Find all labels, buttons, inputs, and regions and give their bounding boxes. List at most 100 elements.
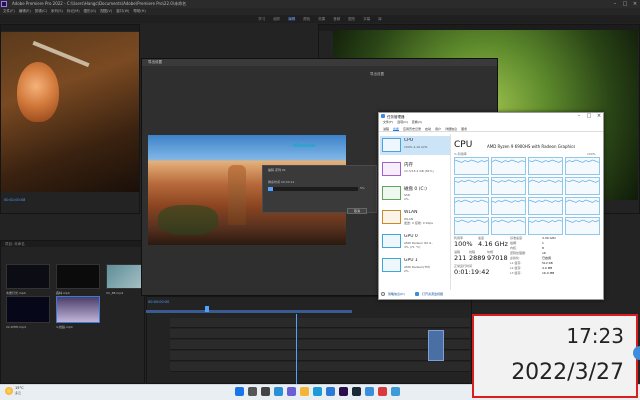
resource-monitor-link[interactable]: 打开资源监视器: [422, 292, 443, 296]
track-a1[interactable]: [170, 340, 470, 350]
minimize-icon[interactable]: –: [610, 0, 620, 8]
notification-dot-icon[interactable]: [633, 346, 640, 360]
less-details-icon[interactable]: [381, 292, 385, 296]
cpu-core-graph: [454, 217, 489, 235]
tm-sidebar-item[interactable]: CPU 100% 4.16 GHz: [380, 136, 450, 155]
cpu-spec-label: 内核:: [510, 246, 518, 250]
resource-monitor-icon: [415, 292, 419, 296]
tm-tab[interactable]: 进程: [383, 126, 389, 131]
timeline-clip[interactable]: [428, 330, 444, 361]
workspace-tab[interactable]: 组件: [273, 15, 280, 23]
widgets-icon[interactable]: [274, 387, 283, 396]
steam-icon[interactable]: [352, 387, 361, 396]
less-details-link[interactable]: 简略信息(D): [388, 292, 405, 296]
tm-tab[interactable]: 用户: [435, 126, 441, 131]
tm-sidebar-item[interactable]: WLAN WLAN 发送: 0 接收: 0 Kbps: [380, 208, 450, 227]
tm-sidebar-item[interactable]: GPU 0 AMD Radeon RX 6.. 3% (71 °C): [380, 232, 450, 251]
source-video-frame: [1, 32, 139, 192]
premiere-menu-bar: 文件(F) 编辑(E) 剪辑(C) 序列(S) 标记(M) 图形(G) 视图(V) 窗口(W)…: [0, 8, 640, 15]
bin-thumb-1[interactable]: [6, 264, 50, 289]
windows-start-icon[interactable]: [235, 387, 244, 396]
task-view-icon[interactable]: [261, 387, 270, 396]
menu-item[interactable]: 图形(G): [84, 8, 96, 15]
bin-thumb-4[interactable]: [6, 296, 50, 323]
tm-sidebar-sub: AMD Radeon(TM) 2%: [404, 265, 431, 273]
tm-tab[interactable]: 应用历史记录: [403, 126, 421, 131]
rock-spire: [228, 165, 246, 225]
task-manager-icon[interactable]: [365, 387, 374, 396]
tm-maximize-icon[interactable]: □: [584, 112, 594, 120]
tm-tab[interactable]: 服务: [461, 126, 467, 131]
tm-divider: [450, 134, 451, 290]
workspace-tab[interactable]: 学习: [258, 15, 265, 23]
cpu-core-graph: [491, 177, 526, 195]
cpu-spec-value: 4.0 MB: [542, 266, 553, 270]
menu-item[interactable]: 帮助(H): [133, 8, 145, 15]
tm-menu-item[interactable]: 文件(F): [383, 120, 393, 125]
workspace-tab[interactable]: 效果: [318, 15, 325, 23]
tm-sidebar-item[interactable]: GPU 1 AMD Radeon(TM) 2%: [380, 256, 450, 275]
bin-caption-5: 4-舞蹈.mp4: [56, 325, 73, 329]
media-icon[interactable]: [378, 387, 387, 396]
weather-icon[interactable]: [5, 387, 13, 395]
cpu-core-line: [528, 199, 563, 203]
source-timecode: 00:01:00:08: [4, 198, 26, 202]
workspace-tab[interactable]: 图形: [348, 15, 355, 23]
store-icon[interactable]: [326, 387, 335, 396]
playhead[interactable]: [205, 306, 209, 312]
menu-item[interactable]: 文件(F): [3, 8, 15, 15]
workspace-tab[interactable]: 音频: [333, 15, 340, 23]
cpu-spec-value: 8: [542, 246, 544, 250]
track-v2[interactable]: [170, 329, 470, 339]
workspace-tab[interactable]: 编辑: [288, 15, 295, 23]
tm-menu-item[interactable]: 查看(V): [412, 120, 422, 125]
bin-thumb-3[interactable]: [106, 264, 144, 289]
menu-item[interactable]: 序列(S): [51, 8, 63, 15]
tm-close-icon[interactable]: ×: [594, 112, 604, 120]
maximize-icon[interactable]: □: [620, 0, 630, 8]
menu-item[interactable]: 剪辑(C): [35, 8, 47, 15]
track-a3[interactable]: [170, 362, 470, 372]
menu-item[interactable]: 编辑(E): [19, 8, 31, 15]
menu-item[interactable]: 视图(V): [100, 8, 112, 15]
cpu-core-graph: [454, 177, 489, 195]
tm-sidebar-sub: 100% 4.16 GHz: [404, 145, 428, 149]
cancel-button[interactable]: 取消: [347, 208, 367, 214]
tm-menu-item[interactable]: 选项(O): [397, 120, 408, 125]
tm-tab[interactable]: 性能: [393, 126, 400, 131]
file-explorer-icon[interactable]: [300, 387, 309, 396]
cpu-core-line: [528, 219, 563, 223]
photos-icon[interactable]: [391, 387, 400, 396]
premiere-icon[interactable]: [339, 387, 348, 396]
cpu-core-usage-line: [528, 159, 563, 163]
cpu-core-usage-line: [454, 159, 489, 163]
track-v1[interactable]: [170, 318, 470, 328]
bin-thumb-5[interactable]: [56, 296, 100, 323]
menu-item[interactable]: 窗口(W): [116, 8, 129, 15]
tm-minimize-icon[interactable]: –: [574, 112, 584, 120]
workspace-tab[interactable]: 字幕: [363, 15, 370, 23]
cpu-heading: CPU: [454, 140, 473, 150]
tm-tab[interactable]: 详细信息: [445, 126, 457, 131]
search-icon[interactable]: [248, 387, 257, 396]
tm-sidebar-item[interactable]: 内存 12.3/15.2 GB (81%): [380, 160, 450, 179]
menu-item[interactable]: 标记(M): [67, 8, 80, 15]
progress-track: [268, 187, 358, 191]
tm-sidebar-label: WLAN: [404, 210, 418, 215]
workspace-tab[interactable]: 库: [378, 15, 382, 23]
tm-sidebar-item[interactable]: 磁盘 0 (C:) SSD 2%: [380, 184, 450, 203]
chat-icon[interactable]: [287, 387, 296, 396]
close-icon[interactable]: ×: [630, 0, 640, 8]
workspace-tab[interactable]: 颜色: [303, 15, 310, 23]
track-a2[interactable]: [170, 351, 470, 361]
timeline-zoom-bar[interactable]: [146, 310, 352, 313]
bin-thumb-2[interactable]: [56, 264, 100, 289]
stat-uptime-value: 0:01:19:42: [454, 268, 490, 276]
tm-tab[interactable]: 启动: [425, 126, 431, 131]
tm-sidebar-label: CPU: [404, 138, 414, 143]
cpu-core-line: [454, 219, 489, 223]
stat-util-value: 100%: [454, 240, 473, 248]
export-dialog-title: 导出设置: [142, 59, 497, 66]
cpu-core-line: [491, 179, 526, 183]
edge-icon[interactable]: [313, 387, 322, 396]
